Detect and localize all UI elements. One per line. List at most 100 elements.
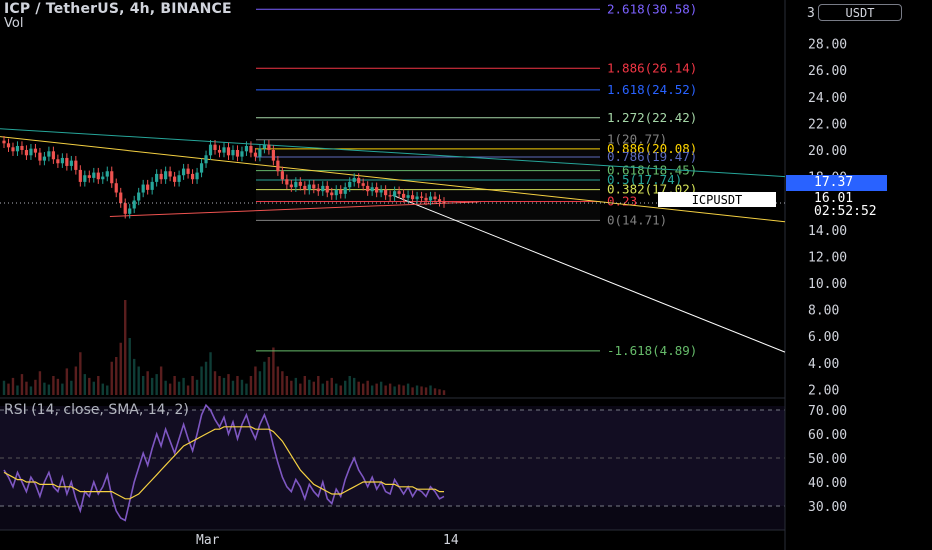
volume-bar	[97, 376, 100, 395]
volume-bar	[137, 366, 140, 395]
volume-bar	[254, 366, 257, 395]
candle-body	[280, 171, 284, 180]
candle-body	[410, 195, 415, 200]
fib-level-label: 0(14.71)	[607, 212, 667, 227]
candle-body	[29, 148, 33, 156]
volume-bar	[213, 371, 217, 395]
fib-level-label: -1.618(4.89)	[607, 343, 697, 358]
candle-body	[146, 184, 150, 190]
price-tick-label: 2.00	[808, 383, 839, 398]
volume-bar	[182, 377, 185, 395]
candle-body	[321, 185, 325, 192]
rsi-legend[interactable]: RSI (14, close, SMA, 14, 2)	[4, 402, 189, 418]
fib-level-label: 2.618(30.58)	[607, 1, 697, 16]
fib-level-label: 1.618(24.52)	[607, 82, 697, 97]
volume-bar	[128, 338, 131, 395]
chart-canvas[interactable]: 2.618(30.58) 1.886(26.14) 1.618(24.52) 1.27…	[0, 0, 932, 550]
candle-body	[119, 192, 123, 204]
candle-body	[415, 196, 419, 200]
candle-body	[213, 144, 217, 150]
candle-body	[433, 196, 437, 200]
volume-bar	[258, 371, 262, 395]
volume-bar	[393, 386, 396, 395]
time-label-14: 14	[443, 533, 459, 548]
currency-unit-button[interactable]: USDT	[818, 4, 902, 21]
volume-bar	[186, 385, 190, 395]
volume-bar	[348, 376, 351, 395]
volume-bar	[433, 388, 437, 395]
volume-bar	[92, 381, 95, 395]
volume-bar	[308, 379, 311, 395]
price-tick-label: 4.00	[808, 357, 839, 372]
volume-bar	[56, 378, 60, 395]
volume-bar	[366, 380, 369, 395]
candle-body	[428, 196, 433, 201]
volume-bar	[209, 352, 212, 395]
candle-body	[173, 176, 177, 182]
candle-body	[361, 183, 365, 186]
candle-body	[226, 147, 231, 156]
candle-body	[96, 172, 100, 180]
volume-bar	[74, 366, 78, 395]
candle-body	[249, 145, 253, 153]
price-tick-label: 10.00	[808, 277, 847, 292]
price-tick-label-top: 3	[807, 6, 815, 21]
volume-bar	[83, 374, 87, 395]
rsi-tick-label: 70.00	[808, 404, 847, 419]
candle-body	[419, 196, 424, 198]
volume-bar	[88, 377, 91, 395]
fib-level-label: 1.272(22.42)	[607, 110, 697, 125]
volume-bar	[442, 390, 446, 395]
candle-body	[294, 181, 298, 188]
volume-bar	[155, 374, 158, 395]
volume-bar	[420, 386, 423, 395]
volume-bar	[290, 380, 293, 395]
candle-body	[110, 171, 114, 184]
volume-label: Vol	[4, 16, 24, 31]
volume-bar	[312, 381, 315, 395]
candle-body	[437, 199, 442, 202]
candle-body	[24, 149, 29, 156]
volume-bar	[173, 376, 176, 395]
volume-bar	[124, 300, 127, 395]
candle-body	[141, 184, 145, 193]
rsi-tick-label: 30.00	[808, 500, 847, 515]
volume-bar	[357, 381, 360, 395]
candle-body	[69, 160, 73, 166]
volume-bar	[272, 347, 275, 395]
volume-bar	[34, 379, 37, 395]
candle-body	[11, 147, 15, 152]
candle-body	[384, 189, 388, 196]
time-label-mar: Mar	[196, 533, 220, 548]
volume-bar	[294, 377, 298, 395]
volume-bar	[29, 386, 33, 395]
volume-bar	[406, 383, 410, 395]
rsi-tick-label: 60.00	[808, 428, 847, 443]
price-tag-blue-value: 17.37	[814, 175, 854, 190]
candle-body	[123, 203, 127, 214]
candle-body	[393, 191, 397, 197]
candle-body	[20, 145, 24, 150]
volume-bar	[2, 380, 6, 395]
candle-body	[137, 192, 141, 201]
volume-bar	[429, 385, 432, 395]
volume-bar	[370, 385, 374, 395]
volume-bar	[379, 381, 383, 395]
candle-body	[217, 149, 222, 153]
volume-bar	[388, 383, 392, 395]
volume-bar	[375, 383, 378, 395]
chart-window: 2.618(30.58) 1.886(26.14) 1.618(24.52) 1.27…	[0, 0, 932, 550]
candle-body	[208, 144, 213, 156]
candle-body	[244, 145, 249, 152]
candle-body	[159, 173, 163, 180]
volume-bar	[326, 380, 329, 395]
volume-bar	[146, 371, 149, 395]
volume-bar	[384, 385, 387, 395]
symbol-title[interactable]: ICP / TetherUS, 4h, BINANCE	[4, 1, 232, 17]
volume-bar	[438, 389, 441, 395]
price-tick-label: 12.00	[808, 250, 847, 265]
price-tick-label: 26.00	[808, 64, 847, 79]
bar-countdown: 02:52:52	[814, 204, 877, 219]
price-tick-label: 14.00	[808, 224, 847, 239]
candle-body	[204, 155, 208, 164]
